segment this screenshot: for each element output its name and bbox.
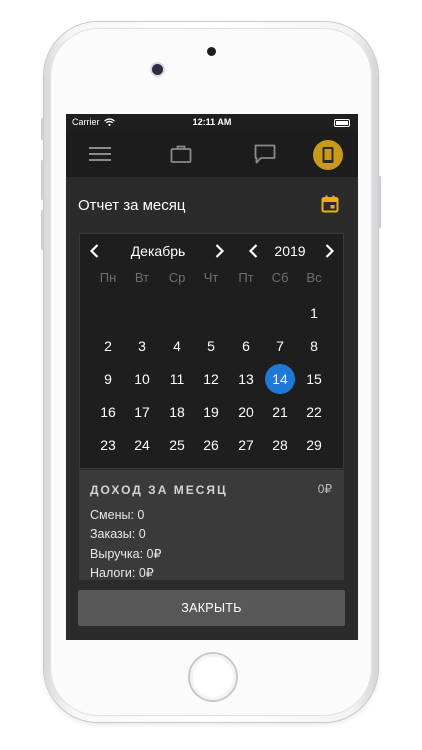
weekday-row: Пн Вт Ср Чт Пт Сб Вс [80, 270, 343, 286]
calendar-day[interactable]: 1 [299, 298, 329, 328]
chevron-left-icon [248, 244, 258, 258]
volume-up-button [41, 160, 44, 200]
weekday-label: Вс [306, 270, 322, 285]
screen-header: Отчет за месяц [66, 177, 358, 232]
calendar-day[interactable]: 21 [265, 397, 295, 427]
weekday-label: Вт [134, 270, 150, 285]
month-calendar: Декабрь 2019 Пн Вт Ср Чт Пт Сб Вс 1 2 3 4 5 6 7 8 9 10 1… [79, 233, 344, 469]
calendar-day[interactable]: 6 [231, 331, 261, 361]
calendar-day[interactable]: 8 [299, 331, 329, 361]
calendar-day[interactable]: 28 [265, 430, 295, 460]
calendar-day[interactable]: 17 [127, 397, 157, 427]
weekday-label: Сб [271, 270, 289, 285]
prev-month-button[interactable] [88, 241, 102, 261]
phone-tab-active[interactable] [313, 140, 343, 170]
briefcase-icon[interactable] [169, 143, 193, 165]
taxes-line: Налоги: 0₽ [90, 566, 154, 580]
calendar-day[interactable]: 29 [299, 430, 329, 460]
power-button [378, 176, 381, 228]
next-month-button[interactable] [212, 241, 226, 261]
calendar-day[interactable]: 4 [162, 331, 192, 361]
income-total: 0₽ [317, 482, 332, 496]
home-button[interactable] [188, 652, 238, 702]
next-year-button[interactable] [322, 241, 336, 261]
front-camera [152, 64, 163, 75]
earpiece-speaker [207, 47, 216, 56]
orders-line: Заказы: 0 [90, 527, 146, 541]
top-toolbar [66, 131, 358, 177]
chat-icon[interactable] [253, 143, 277, 165]
calendar-day[interactable]: 20 [231, 397, 261, 427]
status-time: 12:11 AM [192, 117, 232, 127]
income-summary: ДОХОД ЗА МЕСЯЦ 0₽ Смены: 0 Заказы: 0 Выр… [79, 470, 344, 580]
calendar-day[interactable]: 23 [93, 430, 123, 460]
prev-year-button[interactable] [247, 241, 261, 261]
phone-icon [322, 147, 334, 163]
calendar-day[interactable]: 3 [127, 331, 157, 361]
shifts-line: Смены: 0 [90, 508, 145, 522]
chevron-right-icon [215, 244, 225, 258]
status-bar: Carrier 12:11 AM [66, 114, 358, 131]
battery-icon [334, 119, 350, 127]
calendar-day[interactable]: 15 [299, 364, 329, 394]
revenue-line: Выручка: 0₽ [90, 547, 162, 561]
year-label: 2019 [274, 243, 306, 259]
calendar-day[interactable]: 2 [93, 331, 123, 361]
calendar-day[interactable]: 10 [127, 364, 157, 394]
calendar-day[interactable]: 18 [162, 397, 192, 427]
calendar-day[interactable]: 12 [196, 364, 226, 394]
calendar-icon[interactable] [321, 195, 339, 213]
volume-down-button [41, 210, 44, 250]
chevron-left-icon [89, 244, 99, 258]
weekday-label: Ср [168, 270, 186, 285]
menu-icon[interactable] [88, 143, 112, 165]
weekday-label: Пн [99, 270, 117, 285]
page-title: Отчет за месяц [78, 197, 186, 214]
calendar-day[interactable]: 11 [162, 364, 192, 394]
calendar-day[interactable]: 13 [231, 364, 261, 394]
calendar-day[interactable]: 27 [231, 430, 261, 460]
app-screen: Carrier 12:11 AM Отчет за месяц Декабрь … [66, 114, 358, 640]
month-label: Декабрь [130, 243, 186, 259]
calendar-day[interactable]: 19 [196, 397, 226, 427]
calendar-day[interactable]: 5 [196, 331, 226, 361]
calendar-day[interactable]: 16 [93, 397, 123, 427]
close-button[interactable]: ЗАКРЫТЬ [78, 590, 345, 626]
mute-switch [41, 118, 44, 140]
weekday-label: Чт [203, 270, 219, 285]
calendar-day[interactable]: 22 [299, 397, 329, 427]
calendar-header: Декабрь 2019 [80, 241, 343, 261]
calendar-day[interactable]: 7 [265, 331, 295, 361]
selected-day[interactable]: 14 [265, 364, 295, 394]
chevron-right-icon [325, 244, 335, 258]
calendar-day[interactable]: 9 [93, 364, 123, 394]
income-title: ДОХОД ЗА МЕСЯЦ [90, 483, 228, 497]
calendar-day[interactable]: 24 [127, 430, 157, 460]
calendar-day[interactable]: 26 [196, 430, 226, 460]
calendar-day[interactable]: 25 [162, 430, 192, 460]
weekday-label: Пт [238, 270, 254, 285]
